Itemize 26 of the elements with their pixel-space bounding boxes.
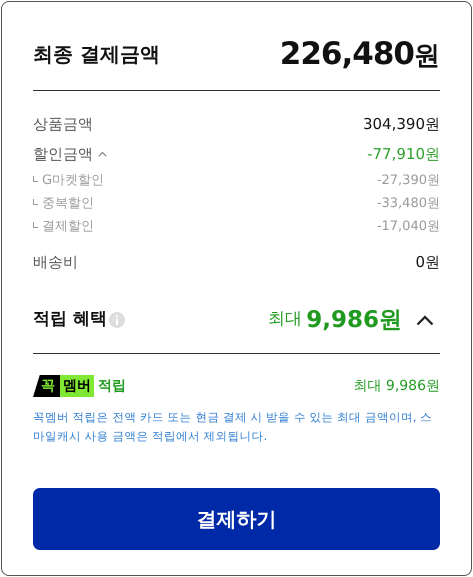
member-label: 적립	[98, 376, 126, 396]
row-value: -77,910원	[367, 144, 440, 165]
sub-label: 중복할인	[42, 194, 94, 213]
row-label: 배송비	[33, 252, 78, 273]
sub-value: -17,040원	[376, 218, 440, 236]
rewards-prefix: 최대	[268, 308, 302, 332]
discount-toggle[interactable]: 할인금액	[33, 142, 107, 166]
row-value: 0원	[415, 252, 440, 273]
rewards-label: 적립 혜택	[33, 308, 107, 332]
member-value: 최대 9,986원	[353, 376, 440, 396]
sub-label: G마켓할인	[42, 172, 104, 190]
branch-icon	[33, 176, 38, 182]
total-label: 최종 결제금액	[33, 41, 160, 68]
total-amount: 226,480	[280, 34, 414, 74]
rewards-amount: 9,986원	[306, 306, 402, 335]
row-label: 상품금액	[33, 114, 93, 135]
sub-value: -33,480원	[376, 194, 440, 213]
sub-label: 결제할인	[42, 218, 94, 236]
branch-icon	[33, 222, 38, 228]
total-unit: 원	[414, 40, 440, 73]
member-note: 꼭멤버 적립은 전액 카드 또는 현금 결제 시 받을 수 있는 최대 금액이며, 스마일캐시 사용 금액은 적립에서 제외됩니다.	[33, 409, 434, 445]
row-value: 304,390원	[362, 114, 440, 135]
sub-value: -27,390원	[376, 172, 440, 190]
pay-button[interactable]: 결제하기	[33, 488, 440, 550]
branch-icon	[33, 198, 38, 204]
chevron-icon[interactable]	[416, 314, 434, 326]
